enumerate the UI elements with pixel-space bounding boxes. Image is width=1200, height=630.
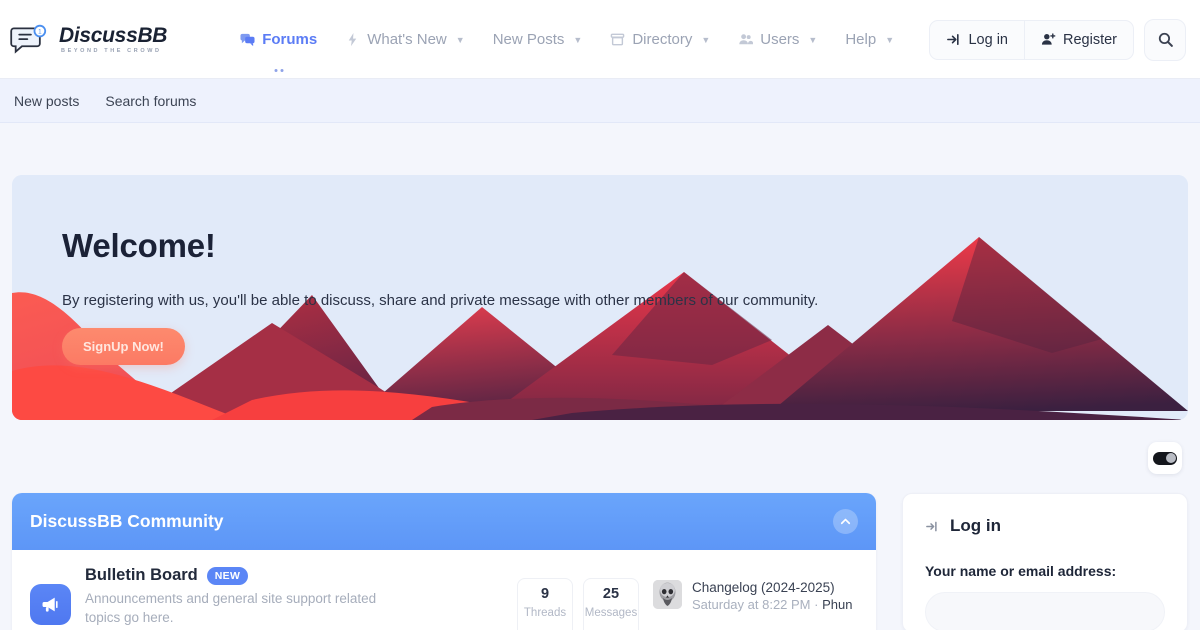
log-in-button[interactable]: Log in bbox=[930, 21, 1024, 59]
sidebar-column: Log in Your name or email address: bbox=[902, 493, 1188, 630]
last-post-date: Saturday at 8:22 PM bbox=[692, 597, 811, 612]
forum-node-title-line: Bulletin Board NEW bbox=[85, 566, 503, 585]
last-post: Changelog (2024-2025) Saturday at 8:22 P… bbox=[653, 580, 858, 630]
login-icon bbox=[947, 34, 960, 45]
login-panel-title: Log in bbox=[950, 516, 1001, 535]
threads-label: Threads bbox=[523, 607, 567, 619]
login-icon bbox=[926, 521, 937, 531]
forum-node-row: Bulletin Board NEW Announcements and gen… bbox=[12, 550, 876, 630]
login-panel-header: Log in bbox=[925, 516, 1165, 536]
nav-label-forums: Forums bbox=[262, 31, 318, 48]
toggle-knob bbox=[1165, 453, 1176, 463]
auth-area: Log in Register bbox=[929, 18, 1186, 61]
messages-label: Messages bbox=[584, 607, 638, 619]
forum-node-info: Bulletin Board NEW Announcements and gen… bbox=[85, 566, 503, 630]
megaphone-icon bbox=[30, 584, 71, 625]
search-icon bbox=[1158, 32, 1173, 47]
banner-content: Welcome! By registering with us, you'll … bbox=[12, 175, 1188, 365]
nav-item-forums[interactable]: Forums bbox=[227, 23, 330, 72]
messages-count: 25 bbox=[602, 586, 620, 602]
nav-label-users: Users bbox=[760, 31, 800, 48]
avatar[interactable] bbox=[653, 580, 682, 609]
svg-text:1: 1 bbox=[38, 28, 42, 35]
nav-item-new-posts[interactable]: New Posts ▼ bbox=[480, 23, 596, 56]
chevron-up-icon bbox=[840, 518, 851, 525]
category-collapse-button[interactable] bbox=[833, 509, 858, 534]
user-plus-icon bbox=[1041, 33, 1056, 45]
discussbb-logo-icon: 1 bbox=[10, 24, 47, 54]
secondary-navigation-bar: New posts Search forums bbox=[0, 79, 1200, 123]
lightning-icon bbox=[348, 32, 357, 47]
threads-count: 9 bbox=[540, 586, 550, 602]
brand-title: DiscussBB bbox=[59, 23, 168, 47]
content-columns: DiscussBB Community Bulletin Board NEW A… bbox=[0, 474, 1200, 630]
last-post-separator: · bbox=[814, 597, 819, 612]
nav-label-directory: Directory bbox=[632, 31, 693, 48]
login-name-label: Your name or email address: bbox=[925, 563, 1117, 579]
primary-nav: Forums What's New ▼ New Posts ▼ Director… bbox=[227, 23, 907, 72]
new-badge: NEW bbox=[206, 566, 249, 585]
log-in-label: Log in bbox=[968, 31, 1008, 48]
stat-threads: 9 Threads bbox=[517, 578, 573, 630]
dark-mode-toggle-row bbox=[0, 420, 1200, 474]
archive-icon bbox=[611, 33, 625, 46]
last-post-user[interactable]: Phun bbox=[822, 597, 852, 612]
category-card: DiscussBB Community Bulletin Board NEW A… bbox=[12, 493, 876, 630]
nav-item-help[interactable]: Help ▼ bbox=[832, 23, 907, 56]
nav-item-whats-new[interactable]: What's New ▼ bbox=[332, 23, 477, 56]
last-post-meta: Saturday at 8:22 PM · Phun bbox=[692, 597, 852, 612]
register-button[interactable]: Register bbox=[1024, 20, 1133, 59]
nav-item-directory[interactable]: Directory ▼ bbox=[597, 23, 723, 56]
toggle-track bbox=[1153, 451, 1177, 465]
login-name-input[interactable] bbox=[925, 592, 1165, 630]
brand-tagline: BEYOND THE CROWD bbox=[61, 47, 162, 54]
avatar-image bbox=[653, 580, 682, 609]
top-navigation-bar: 1 DiscussBB BEYOND THE CROWD Forums What… bbox=[0, 0, 1200, 79]
stat-messages: 25 Messages bbox=[583, 578, 639, 630]
welcome-banner: Welcome! By registering with us, you'll … bbox=[12, 175, 1188, 420]
chevron-down-icon: ▼ bbox=[701, 34, 711, 45]
forum-node-description: Announcements and general site support r… bbox=[85, 591, 377, 626]
nav-label-help: Help bbox=[845, 31, 877, 48]
last-post-info: Changelog (2024-2025) Saturday at 8:22 P… bbox=[692, 580, 852, 630]
nav-label-whats-new: What's New bbox=[367, 31, 447, 48]
forum-node-title[interactable]: Bulletin Board bbox=[85, 566, 198, 585]
nav-item-users[interactable]: Users ▼ bbox=[725, 23, 830, 56]
register-label: Register bbox=[1063, 31, 1117, 48]
forums-icon bbox=[240, 33, 255, 47]
last-post-title[interactable]: Changelog (2024-2025) bbox=[692, 580, 852, 595]
subnav-item-search-forums[interactable]: Search forums bbox=[105, 93, 196, 109]
subnav-item-new-posts[interactable]: New posts bbox=[14, 93, 79, 109]
users-icon bbox=[739, 34, 754, 45]
banner-heading: Welcome! bbox=[62, 227, 216, 264]
forum-stats: 9 Threads 25 Messages bbox=[517, 578, 639, 630]
search-button[interactable] bbox=[1144, 18, 1186, 61]
nav-active-dots bbox=[274, 69, 284, 72]
dark-mode-toggle[interactable] bbox=[1148, 442, 1182, 474]
category-header: DiscussBB Community bbox=[12, 493, 876, 550]
auth-button-group: Log in Register bbox=[929, 19, 1134, 60]
chevron-down-icon: ▼ bbox=[573, 34, 583, 45]
banner-description: By registering with us, you'll be able t… bbox=[62, 292, 819, 309]
site-logo[interactable]: 1 DiscussBB BEYOND THE CROWD bbox=[10, 23, 167, 57]
signup-now-button[interactable]: SignUp Now! bbox=[62, 328, 185, 365]
chevron-down-icon: ▼ bbox=[455, 34, 465, 45]
category-title: DiscussBB Community bbox=[30, 511, 224, 531]
nav-label-new-posts: New Posts bbox=[492, 31, 565, 48]
page-stage: Welcome! By registering with us, you'll … bbox=[0, 175, 1200, 420]
chevron-down-icon: ▼ bbox=[808, 34, 818, 45]
chevron-down-icon: ▼ bbox=[885, 34, 895, 45]
forum-list-column: DiscussBB Community Bulletin Board NEW A… bbox=[12, 493, 876, 630]
login-panel: Log in Your name or email address: bbox=[902, 493, 1188, 630]
